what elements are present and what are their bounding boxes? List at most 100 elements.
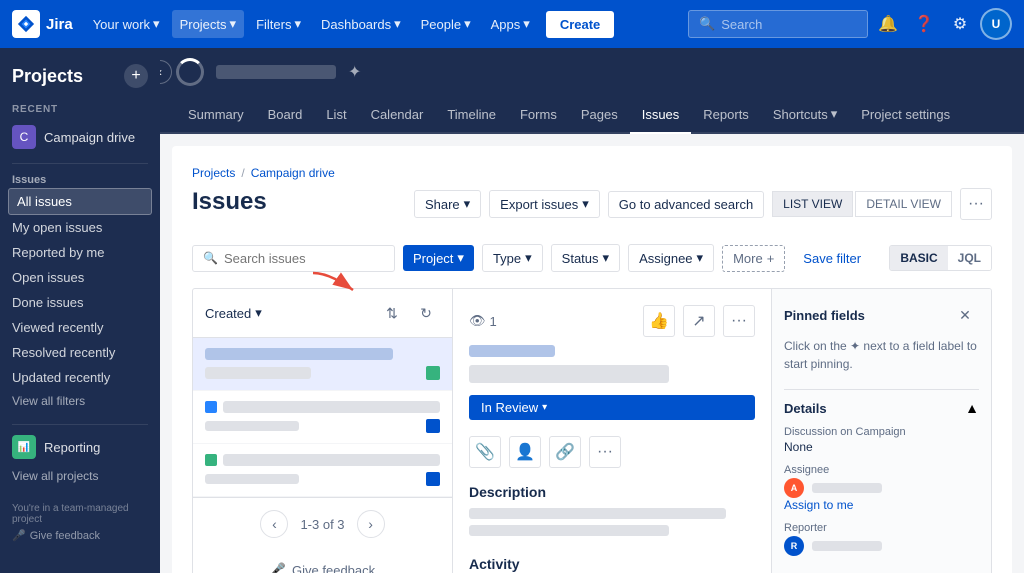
- star-project-button[interactable]: ✦: [348, 62, 361, 82]
- chevron-down-icon: ▾: [230, 16, 237, 32]
- nav-your-work[interactable]: Your work ▾: [85, 10, 168, 38]
- tab-calendar[interactable]: Calendar: [359, 97, 436, 134]
- settings-button[interactable]: ⚙: [944, 8, 976, 40]
- detail-action-icons: 📎 👤 🔗 ···: [469, 436, 755, 468]
- sidebar-project-campaign[interactable]: C Campaign drive: [0, 119, 160, 155]
- status-filter-button[interactable]: Status ▾: [551, 244, 620, 272]
- issue-title-blurred: [469, 365, 669, 383]
- notifications-button[interactable]: 🔔: [872, 8, 904, 40]
- chevron-down-icon: ▾: [394, 16, 401, 32]
- chevron-down-icon: ▾: [582, 196, 589, 212]
- attach-button[interactable]: 📎: [469, 436, 501, 468]
- jira-logo[interactable]: Jira: [12, 10, 73, 38]
- status-button[interactable]: In Review ▾: [469, 395, 755, 420]
- detail-view-button[interactable]: DETAIL VIEW: [855, 191, 952, 217]
- assign-to-me-link[interactable]: Assign to me: [784, 498, 979, 512]
- advanced-search-button[interactable]: Go to advanced search: [608, 191, 764, 218]
- search-issues-field[interactable]: [224, 251, 384, 266]
- tab-issues[interactable]: Issues: [630, 97, 692, 134]
- jql-mode-button[interactable]: JQL: [948, 246, 991, 270]
- tab-board[interactable]: Board: [256, 97, 315, 134]
- sidebar-updated-recently[interactable]: Updated recently: [0, 365, 160, 390]
- issues-page-content: Projects / Campaign drive Issues Share ▾…: [172, 146, 1012, 573]
- breadcrumb-project-name[interactable]: Campaign drive: [251, 166, 335, 180]
- sidebar-viewed-recently[interactable]: Viewed recently: [0, 315, 160, 340]
- basic-mode-button[interactable]: BASIC: [890, 246, 947, 270]
- prev-page-button[interactable]: ‹: [260, 510, 288, 538]
- like-button[interactable]: 👍: [643, 305, 675, 337]
- chevron-down-icon: ▾: [523, 16, 530, 32]
- sidebar-reported-by-me[interactable]: Reported by me: [0, 240, 160, 265]
- close-pinned-fields-button[interactable]: ✕: [951, 301, 979, 329]
- sidebar-done-issues[interactable]: Done issues: [0, 290, 160, 315]
- description-section: Description: [469, 484, 755, 536]
- feedback-button[interactable]: 🎤 Give feedback: [193, 550, 452, 573]
- issue-row[interactable]: [193, 391, 452, 444]
- right-details-panel: Pinned fields ✕ Click on the ✦ next to a…: [771, 289, 991, 573]
- detail-header-right: 👍 ↗ ···: [643, 305, 755, 337]
- issue-row[interactable]: [193, 444, 452, 497]
- share-button[interactable]: Share ▾: [414, 190, 481, 218]
- more-issue-options[interactable]: ···: [723, 305, 755, 337]
- more-filter-button[interactable]: More +: [722, 245, 785, 272]
- sidebar-feedback-link[interactable]: 🎤 Give feedback: [12, 529, 148, 542]
- tab-forms[interactable]: Forms: [508, 97, 569, 134]
- nav-people[interactable]: People ▾: [413, 10, 479, 38]
- issue-key-blurred: [469, 345, 555, 357]
- chevron-up-icon: ▲: [965, 400, 979, 416]
- assignee-filter-button[interactable]: Assignee ▾: [628, 244, 714, 272]
- sidebar-all-issues[interactable]: All issues: [8, 188, 152, 215]
- reporting-icon: 📊: [12, 435, 36, 459]
- sidebar-collapse-button[interactable]: ‹: [160, 60, 172, 84]
- more-options-button[interactable]: ···: [960, 188, 992, 220]
- activity-title: Activity: [469, 556, 755, 572]
- sort-button[interactable]: Created ▾: [205, 305, 262, 321]
- view-all-filters-link[interactable]: View all filters: [0, 390, 160, 412]
- nav-dashboards[interactable]: Dashboards ▾: [313, 10, 409, 38]
- search-bar[interactable]: 🔍 Search: [688, 10, 868, 38]
- save-filter-button[interactable]: Save filter: [793, 246, 871, 271]
- sidebar-reporting[interactable]: 📊 Reporting: [0, 429, 160, 465]
- sidebar-my-open-issues[interactable]: My open issues: [0, 215, 160, 240]
- team-managed-note: You're in a team-managed project: [12, 503, 148, 525]
- user-avatar[interactable]: U: [980, 8, 1012, 40]
- sort-order-button[interactable]: ⇅: [378, 299, 406, 327]
- project-filter-button[interactable]: Project ▾: [403, 245, 474, 271]
- create-button[interactable]: Create: [546, 11, 614, 38]
- link-issue-button[interactable]: 👤: [509, 436, 541, 468]
- chevron-down-icon: ▾: [464, 196, 471, 212]
- export-issues-button[interactable]: Export issues ▾: [489, 190, 600, 218]
- page-title: Issues: [192, 188, 267, 216]
- chevron-down-icon: ▾: [464, 16, 471, 32]
- copy-link-button[interactable]: 🔗: [549, 436, 581, 468]
- sidebar-open-issues[interactable]: Open issues: [0, 265, 160, 290]
- tab-reports[interactable]: Reports: [691, 97, 761, 134]
- nav-projects[interactable]: Projects ▾: [172, 10, 245, 38]
- add-project-button[interactable]: +: [124, 64, 148, 88]
- more-actions-button[interactable]: ···: [589, 436, 621, 468]
- details-accordion-header[interactable]: Details ▲: [784, 390, 979, 426]
- pinned-fields-section: Pinned fields ✕ Click on the ✦ next to a…: [784, 301, 979, 373]
- issue-detail-panel: 👁 1 👍 ↗ ···: [453, 289, 771, 573]
- issue-row[interactable]: [193, 338, 452, 391]
- search-issues-input[interactable]: 🔍: [192, 245, 395, 272]
- refresh-button[interactable]: ↻: [412, 299, 440, 327]
- nav-filters[interactable]: Filters ▾: [248, 10, 309, 38]
- tab-shortcuts[interactable]: Shortcuts ▾: [761, 96, 849, 134]
- tab-timeline[interactable]: Timeline: [435, 97, 508, 134]
- list-view-button[interactable]: LIST VIEW: [772, 191, 853, 217]
- view-all-projects-link[interactable]: View all projects: [0, 465, 160, 487]
- tab-pages[interactable]: Pages: [569, 97, 630, 134]
- breadcrumb-projects[interactable]: Projects: [192, 166, 235, 180]
- tab-list[interactable]: List: [314, 97, 358, 134]
- sidebar-resolved-recently[interactable]: Resolved recently: [0, 340, 160, 365]
- next-page-button[interactable]: ›: [357, 510, 385, 538]
- tab-summary[interactable]: Summary: [176, 97, 256, 134]
- nav-apps[interactable]: Apps ▾: [483, 10, 538, 38]
- help-button[interactable]: ❓: [908, 8, 940, 40]
- share-issue-button[interactable]: ↗: [683, 305, 715, 337]
- eye-icon: 👁: [469, 313, 486, 329]
- top-navigation: Jira Your work ▾ Projects ▾ Filters ▾ Da…: [0, 0, 1024, 48]
- type-filter-button[interactable]: Type ▾: [482, 244, 543, 272]
- tab-project-settings[interactable]: Project settings: [849, 97, 962, 134]
